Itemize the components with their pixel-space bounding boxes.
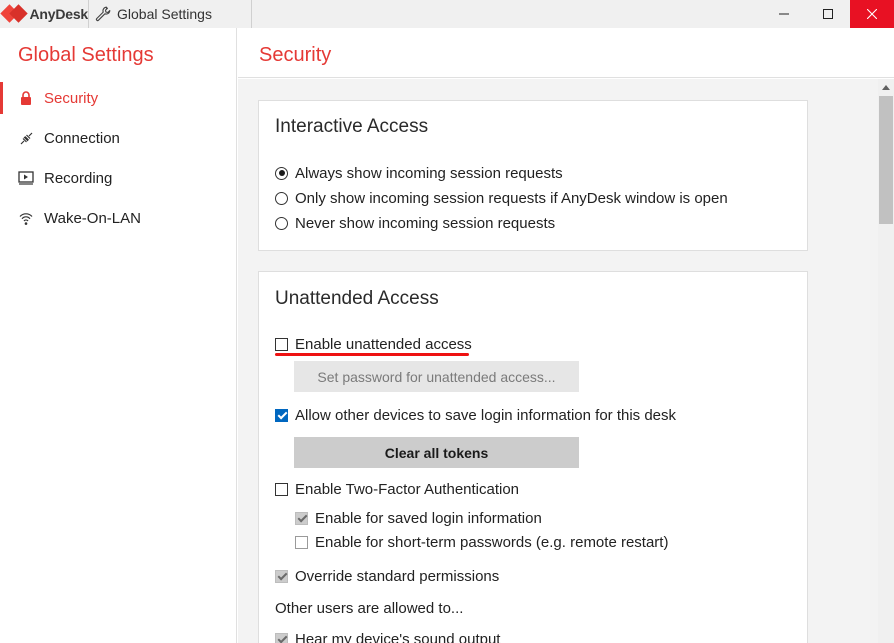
- close-icon: [867, 9, 877, 19]
- radio-never-show[interactable]: Never show incoming session requests: [275, 213, 555, 233]
- scroll-thumb[interactable]: [879, 96, 893, 224]
- radio-label: Only show incoming session requests if A…: [295, 189, 728, 207]
- tab-global-settings[interactable]: Global Settings: [88, 0, 252, 28]
- wrench-icon: [95, 6, 111, 22]
- two-factor-checkbox[interactable]: Enable Two-Factor Authentication: [275, 479, 519, 499]
- checkbox-label: Enable Two-Factor Authentication: [295, 480, 520, 498]
- settings-content[interactable]: Interactive Access Always show incoming …: [238, 79, 878, 643]
- sidebar-title: Global Settings: [18, 44, 154, 66]
- enable-unattended-access-checkbox[interactable]: Enable unattended access: [275, 334, 472, 354]
- app-name: AnyDesk: [29, 6, 88, 22]
- other-users-allowed-label: Other users are allowed to...: [275, 600, 464, 617]
- main-header: Security: [238, 28, 894, 78]
- checkbox[interactable]: [295, 511, 308, 525]
- sidebar-item-wake-on-lan[interactable]: Wake-On-LAN: [0, 198, 236, 238]
- vertical-scrollbar[interactable]: [878, 79, 894, 643]
- minimize-button[interactable]: [762, 0, 806, 28]
- lock-icon: [18, 90, 34, 106]
- allow-save-login-checkbox[interactable]: Allow other devices to save login inform…: [275, 405, 676, 425]
- maximize-button[interactable]: [806, 0, 850, 28]
- checkbox-label: Enable for saved login information: [315, 509, 542, 527]
- checkbox[interactable]: [275, 482, 288, 496]
- radio-button[interactable]: [275, 216, 288, 230]
- connection-plug-icon: [18, 130, 34, 146]
- short-term-2fa-checkbox[interactable]: Enable for short-term passwords (e.g. re…: [295, 532, 668, 552]
- maximize-icon: [823, 9, 833, 19]
- sidebar-item-recording[interactable]: Recording: [0, 158, 236, 198]
- tab-title: Global Settings: [117, 6, 212, 22]
- minimize-icon: [779, 13, 789, 15]
- scroll-up-button[interactable]: [878, 79, 894, 95]
- unattended-access-card: Unattended Access Enable unattended acce…: [258, 271, 808, 643]
- checkbox-label: Hear my device's sound output: [295, 630, 501, 643]
- saved-login-2fa-checkbox[interactable]: Enable for saved login information: [295, 508, 542, 528]
- chevron-up-icon: [882, 84, 890, 90]
- override-permissions-checkbox[interactable]: Override standard permissions: [275, 566, 499, 586]
- sidebar: Global Settings Security Connection Reco…: [0, 28, 237, 643]
- highlight-underline: [275, 353, 469, 356]
- checkbox[interactable]: [275, 337, 288, 351]
- clear-all-tokens-button[interactable]: Clear all tokens: [294, 437, 579, 468]
- checkbox-label: Allow other devices to save login inform…: [295, 406, 677, 424]
- unattended-access-title: Unattended Access: [275, 288, 439, 309]
- recording-play-icon: [18, 170, 34, 186]
- sidebar-item-label: Connection: [44, 129, 120, 147]
- page-title: Security: [259, 44, 332, 66]
- checkbox-label: Enable for short-term passwords (e.g. re…: [315, 533, 669, 551]
- sidebar-item-security[interactable]: Security: [0, 78, 236, 118]
- checkbox-label: Enable unattended access: [295, 335, 472, 353]
- checkbox-label: Override standard permissions: [295, 567, 500, 585]
- sidebar-item-connection[interactable]: Connection: [0, 118, 236, 158]
- title-bar: AnyDesk Global Settings: [0, 0, 894, 28]
- sidebar-item-label: Recording: [44, 169, 113, 187]
- app-tab[interactable]: AnyDesk: [0, 0, 88, 28]
- hear-sound-checkbox[interactable]: Hear my device's sound output: [275, 629, 500, 643]
- close-button[interactable]: [850, 0, 894, 28]
- checkbox[interactable]: [275, 408, 288, 422]
- radio-button[interactable]: [275, 191, 288, 205]
- set-password-button[interactable]: Set password for unattended access...: [294, 361, 579, 392]
- sidebar-item-label: Wake-On-LAN: [44, 209, 141, 227]
- anydesk-logo-icon: [0, 4, 28, 24]
- radio-only-show-if-open[interactable]: Only show incoming session requests if A…: [275, 188, 728, 208]
- checkbox[interactable]: [295, 535, 308, 549]
- radio-always-show[interactable]: Always show incoming session requests: [275, 163, 563, 183]
- wifi-wake-icon: [18, 210, 34, 226]
- main-panel: Security Interactive Access Always show …: [238, 28, 894, 643]
- radio-button[interactable]: [275, 166, 288, 180]
- checkbox[interactable]: [275, 569, 288, 583]
- radio-label: Never show incoming session requests: [295, 214, 556, 232]
- interactive-access-card: Interactive Access Always show incoming …: [258, 100, 808, 251]
- interactive-access-title: Interactive Access: [275, 116, 429, 137]
- checkbox[interactable]: [275, 632, 288, 643]
- sidebar-item-label: Security: [44, 89, 99, 107]
- radio-label: Always show incoming session requests: [295, 164, 563, 182]
- sidebar-nav: Security Connection Recording Wake-On-LA…: [0, 78, 236, 238]
